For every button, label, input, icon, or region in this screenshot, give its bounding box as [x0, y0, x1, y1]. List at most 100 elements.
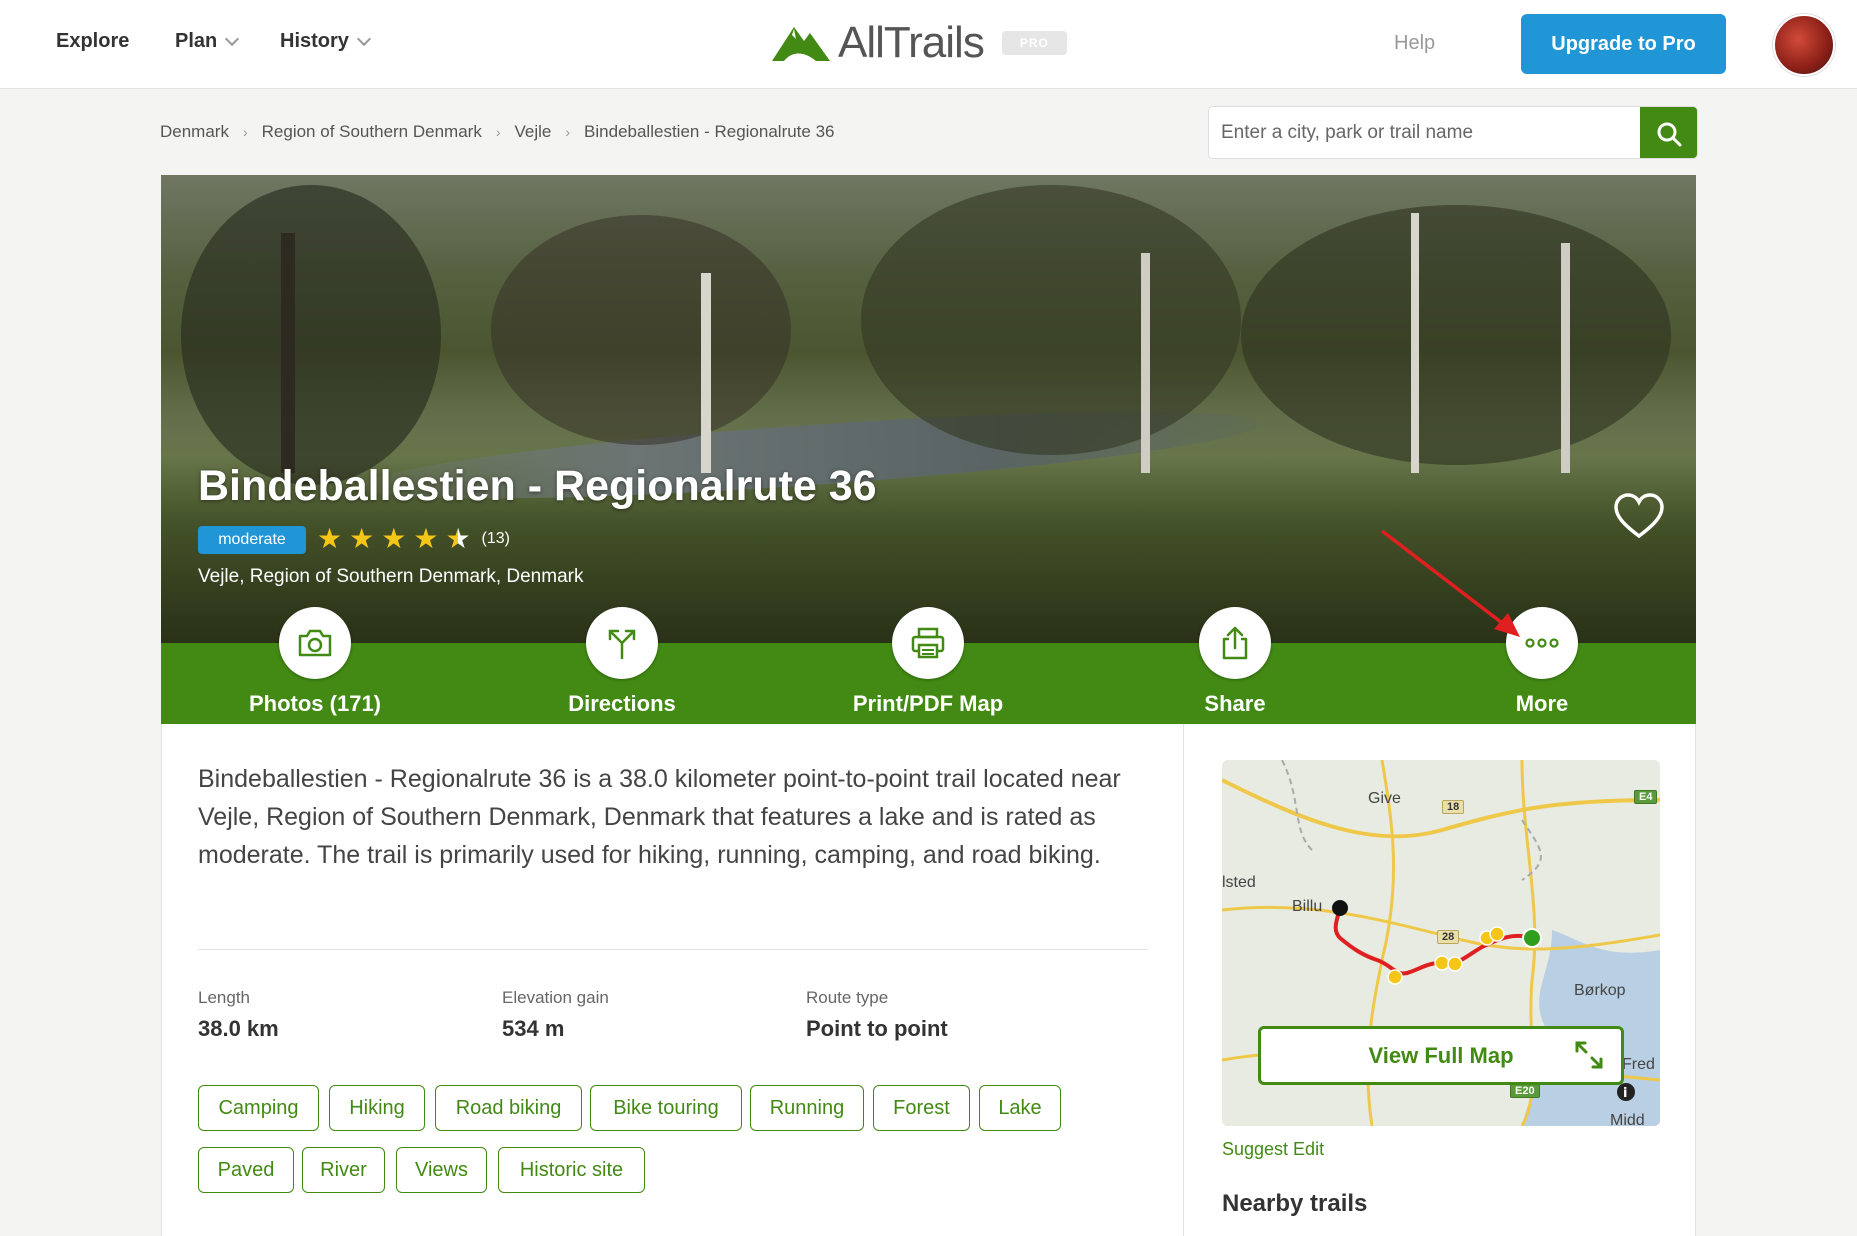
star-icon: ★	[381, 523, 407, 554]
mountain-logo-icon	[772, 27, 830, 61]
half-star-icon: ★	[445, 523, 471, 554]
tree-trunk	[701, 273, 711, 473]
stat-length: Length 38.0 km	[198, 988, 279, 1042]
tree-canopy	[181, 185, 441, 485]
stat-route-type-value: Point to point	[806, 1016, 948, 1041]
nav-history[interactable]: History	[280, 30, 371, 53]
tag-road-biking[interactable]: Road biking	[435, 1085, 582, 1131]
more-label: More	[1515, 691, 1569, 716]
tree-trunk	[1141, 253, 1150, 473]
search-bar	[1208, 106, 1698, 159]
alltrails-logo[interactable]: AllTrails PRO	[770, 18, 1067, 68]
tag-views[interactable]: Views	[396, 1147, 487, 1193]
photos-label: Photos (171)	[248, 691, 382, 716]
map-label-lsted: lsted	[1222, 874, 1256, 891]
nearby-trails-heading: Nearby trails	[1222, 1190, 1368, 1217]
breadcrumb-vejle[interactable]: Vejle	[515, 122, 552, 142]
content-divider	[1183, 724, 1184, 1236]
breadcrumb-denmark[interactable]: Denmark	[160, 122, 229, 142]
tree-canopy	[1241, 205, 1671, 465]
user-avatar[interactable]	[1773, 14, 1835, 76]
svg-text:i: i	[1623, 1086, 1627, 1101]
nav-explore[interactable]: Explore	[56, 30, 129, 53]
print-map-label: Print/PDF Map	[852, 691, 1004, 716]
print-map-action[interactable]: Print/PDF Map	[828, 607, 1028, 717]
tag-forest[interactable]: Forest	[873, 1085, 970, 1131]
share-action[interactable]: Share	[1135, 607, 1335, 717]
tree-trunk	[1561, 243, 1570, 473]
top-header: Explore Plan History AllTrails PRO Help …	[0, 0, 1857, 89]
view-full-map-button[interactable]: View Full Map	[1258, 1026, 1624, 1085]
trail-title: Bindeballestien - Regionalrute 36	[198, 462, 877, 510]
chevron-down-icon	[356, 31, 371, 46]
nav-plan[interactable]: Plan	[175, 30, 240, 53]
share-label: Share	[1204, 691, 1266, 716]
search-input[interactable]	[1209, 107, 1640, 158]
nav-plan-label: Plan	[175, 30, 218, 52]
tag-historic-site[interactable]: Historic site	[498, 1147, 645, 1193]
road-badge-e45: E4	[1634, 790, 1658, 804]
photos-action[interactable]: Photos (171)	[215, 607, 415, 717]
tree-trunk	[1411, 213, 1419, 473]
road-badge-e20: E20	[1510, 1084, 1540, 1098]
breadcrumb-separator: ›	[242, 124, 248, 140]
help-link[interactable]: Help	[1394, 32, 1435, 55]
trail-description: Bindeballestien - Regionalrute 36 is a 3…	[198, 765, 1121, 869]
printer-icon	[911, 627, 945, 659]
red-annotation-arrow	[1380, 529, 1520, 637]
breadcrumb-region[interactable]: Region of Southern Denmark	[262, 122, 482, 142]
suggest-edit-link[interactable]: Suggest Edit	[1222, 1139, 1324, 1160]
print-map-button[interactable]	[892, 607, 964, 679]
nav-history-label: History	[280, 30, 349, 52]
directions-icon	[608, 629, 636, 660]
stat-route-type-label: Route type	[806, 988, 889, 1007]
directions-button[interactable]	[586, 607, 658, 679]
tree-canopy	[861, 185, 1241, 455]
breadcrumb-separator: ›	[495, 124, 501, 140]
review-count[interactable]: (13)	[482, 530, 510, 548]
tag-lake[interactable]: Lake	[979, 1085, 1061, 1131]
share-icon	[1222, 626, 1248, 660]
trail-location: Vejle, Region of Southern Denmark, Denma…	[198, 566, 584, 587]
directions-label: Directions	[568, 691, 676, 716]
map-label-borkop: Børkop	[1574, 982, 1626, 999]
tag-paved[interactable]: Paved	[198, 1147, 294, 1193]
road-badge-28: 28	[1437, 930, 1460, 944]
directions-action[interactable]: Directions	[522, 607, 722, 717]
map-label-give: Give	[1368, 790, 1401, 807]
search-button[interactable]	[1640, 107, 1697, 158]
stat-length-value: 38.0 km	[198, 1016, 279, 1041]
view-full-map-label: View Full Map	[1368, 1042, 1514, 1068]
favorite-heart-icon[interactable]	[1613, 492, 1665, 540]
map-label-middelfart: Midd	[1610, 1112, 1645, 1126]
tag-hiking[interactable]: Hiking	[329, 1085, 425, 1131]
trail-map-preview[interactable]: i Give lsted Billu Børkop Fred Midd 18 2…	[1222, 760, 1660, 1126]
logo-text: AllTrails	[838, 18, 985, 67]
nav-explore-label: Explore	[56, 30, 130, 52]
map-label-billund: Billu	[1292, 898, 1323, 915]
section-divider	[198, 949, 1148, 950]
road-badge-18: 18	[1442, 800, 1465, 814]
difficulty-badge: moderate	[198, 526, 306, 554]
pro-badge: PRO	[1001, 31, 1067, 55]
tag-river[interactable]: River	[302, 1147, 385, 1193]
tree-trunk	[281, 233, 295, 473]
breadcrumb-current-trail: Bindeballestien - Regionalrute 36	[584, 122, 835, 141]
tag-running[interactable]: Running	[750, 1085, 864, 1131]
star-icon: ★	[317, 523, 343, 554]
star-icon: ★	[349, 523, 375, 554]
stat-length-label: Length	[198, 988, 250, 1007]
stat-route-type: Route type Point to point	[806, 988, 948, 1042]
stat-elevation: Elevation gain 534 m	[502, 988, 609, 1042]
search-icon	[1657, 122, 1681, 146]
tag-camping[interactable]: Camping	[198, 1085, 319, 1131]
breadcrumb: Denmark › Region of Southern Denmark › V…	[160, 122, 835, 142]
upgrade-to-pro-button[interactable]: Upgrade to Pro	[1521, 14, 1726, 74]
tag-bike-touring[interactable]: Bike touring	[590, 1085, 742, 1131]
photos-button[interactable]	[279, 607, 351, 679]
breadcrumb-separator: ›	[565, 124, 571, 140]
stat-elevation-label: Elevation gain	[502, 988, 609, 1007]
expand-icon	[1575, 1041, 1603, 1069]
map-label-fredericia: Fred	[1622, 1056, 1655, 1073]
share-button[interactable]	[1199, 607, 1271, 679]
